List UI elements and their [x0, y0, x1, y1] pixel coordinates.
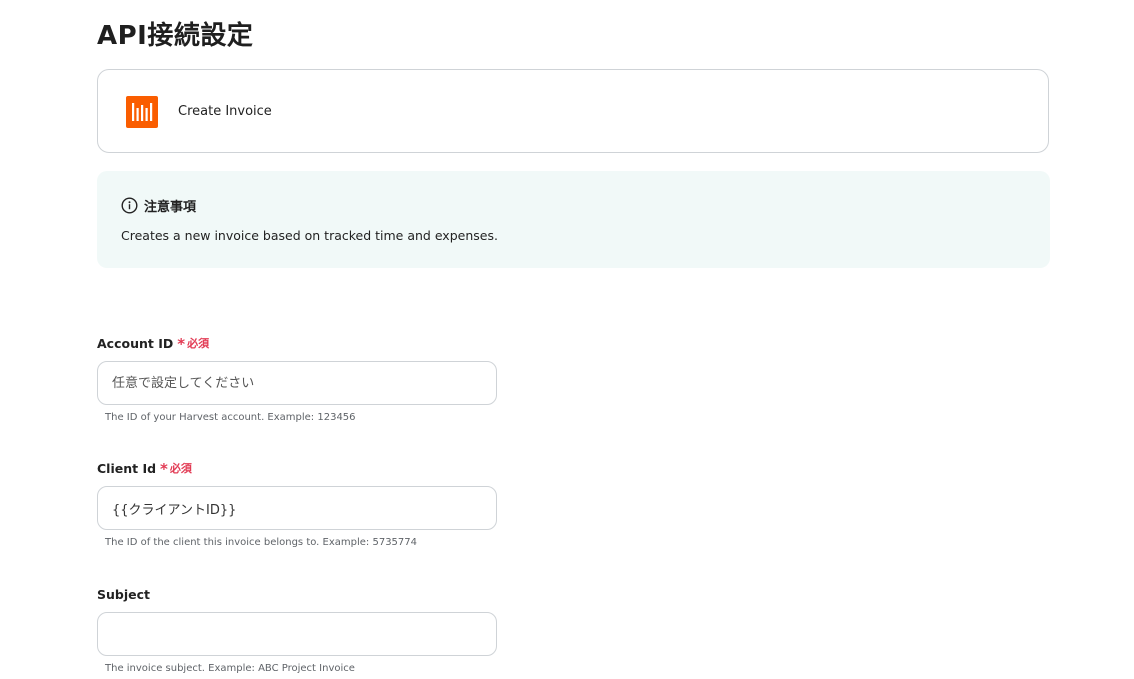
required-asterisk-icon: *	[160, 460, 168, 478]
field-label: Account ID * 必須	[97, 335, 497, 353]
required-label: 必須	[187, 337, 210, 350]
page: API接続設定 Create Invoice 注意事項 Creates a ne…	[0, 0, 1134, 679]
action-card[interactable]: Create Invoice	[97, 69, 1049, 153]
field-hint: The ID of your Harvest account. Example:…	[105, 412, 356, 423]
client-id-input[interactable]	[97, 486, 497, 530]
notice-title: 注意事項	[144, 200, 197, 215]
field-label-text: Client Id	[97, 461, 157, 476]
action-name: Create Invoice	[178, 104, 272, 119]
field-client-id: Client Id * 必須 The ID of the client this…	[97, 460, 497, 550]
field-hint: The invoice subject. Example: ABC Projec…	[105, 663, 355, 674]
page-title: API接続設定	[97, 21, 254, 51]
harvest-logo-icon	[126, 96, 158, 128]
required-asterisk-icon: *	[177, 335, 186, 353]
field-label-text: Subject	[97, 587, 150, 602]
info-icon	[121, 197, 138, 214]
notice-header: 注意事項	[121, 196, 196, 215]
required-badge: * 必須	[160, 460, 192, 478]
field-hint: The ID of the client this invoice belong…	[105, 537, 418, 548]
required-label: 必須	[169, 462, 192, 475]
field-label: Client Id * 必須	[97, 460, 497, 478]
subject-input[interactable]	[97, 612, 497, 656]
required-badge: * 必須	[177, 335, 209, 353]
notice-text: Creates a new invoice based on tracked t…	[121, 228, 498, 243]
field-subject: Subject The invoice subject. Example: AB…	[97, 586, 497, 676]
field-label: Subject	[97, 586, 497, 604]
field-account-id: Account ID * 必須 The ID of your Harvest a…	[97, 335, 497, 425]
account-id-input[interactable]	[97, 361, 497, 405]
field-label-text: Account ID	[97, 336, 174, 351]
notice-box: 注意事項 Creates a new invoice based on trac…	[97, 171, 1050, 268]
